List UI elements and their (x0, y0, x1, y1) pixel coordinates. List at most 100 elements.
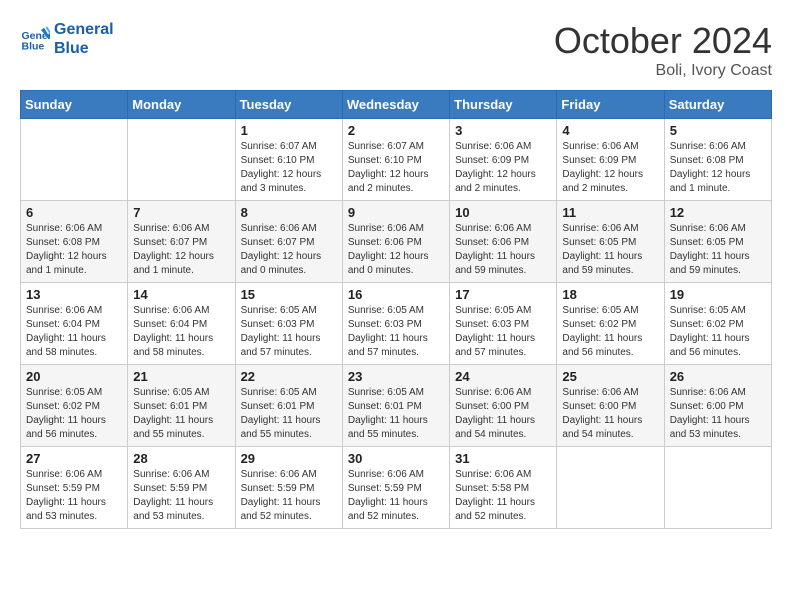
calendar-day-cell (664, 447, 771, 529)
day-number: 3 (455, 123, 551, 138)
day-info: Sunrise: 6:06 AM Sunset: 5:58 PM Dayligh… (455, 468, 551, 524)
calendar-day-cell: 26 Sunrise: 6:06 AM Sunset: 6:00 PM Dayli… (664, 365, 771, 447)
day-info: Sunrise: 6:06 AM Sunset: 6:06 PM Dayligh… (348, 222, 444, 278)
calendar-week-row: 1 Sunrise: 6:07 AM Sunset: 6:10 PM Daylig… (21, 119, 772, 201)
calendar-day-cell: 9 Sunrise: 6:06 AM Sunset: 6:06 PM Daylig… (342, 201, 449, 283)
calendar-day-cell: 7Sunrise: 6:06 AM Sunset: 6:07 PM Daylig… (128, 201, 235, 283)
day-number: 27 (26, 451, 122, 466)
calendar-day-cell: 3 Sunrise: 6:06 AM Sunset: 6:09 PM Daylig… (450, 119, 557, 201)
day-info: Sunrise: 6:06 AM Sunset: 6:04 PM Dayligh… (133, 304, 229, 360)
day-number: 16 (348, 287, 444, 302)
day-info: Sunrise: 6:06 AM Sunset: 6:09 PM Dayligh… (455, 140, 551, 196)
logo-icon: General Blue (20, 24, 50, 54)
calendar-day-cell: 24 Sunrise: 6:06 AM Sunset: 6:00 PM Dayli… (450, 365, 557, 447)
day-number: 11 (562, 205, 658, 220)
day-number: 22 (241, 369, 337, 384)
calendar-day-cell: 21Sunrise: 6:05 AM Sunset: 6:01 PM Dayli… (128, 365, 235, 447)
day-info: Sunrise: 6:06 AM Sunset: 6:07 PM Dayligh… (241, 222, 337, 278)
day-info: Sunrise: 6:06 AM Sunset: 6:08 PM Dayligh… (26, 222, 122, 278)
day-info: Sunrise: 6:06 AM Sunset: 5:59 PM Dayligh… (26, 468, 122, 524)
day-info: Sunrise: 6:06 AM Sunset: 6:04 PM Dayligh… (26, 304, 122, 360)
calendar-day-cell: 18 Sunrise: 6:05 AM Sunset: 6:02 PM Dayli… (557, 283, 664, 365)
calendar-day-cell: 17 Sunrise: 6:05 AM Sunset: 6:03 PM Dayli… (450, 283, 557, 365)
day-number: 5 (670, 123, 766, 138)
day-number: 6 (26, 205, 122, 220)
weekday-header-cell: Friday (557, 91, 664, 119)
calendar-day-cell: 5 Sunrise: 6:06 AM Sunset: 6:08 PM Daylig… (664, 119, 771, 201)
day-number: 4 (562, 123, 658, 138)
day-info: Sunrise: 6:06 AM Sunset: 5:59 PM Dayligh… (241, 468, 337, 524)
day-info: Sunrise: 6:05 AM Sunset: 6:01 PM Dayligh… (241, 386, 337, 442)
day-number: 25 (562, 369, 658, 384)
day-number: 17 (455, 287, 551, 302)
day-info: Sunrise: 6:06 AM Sunset: 6:00 PM Dayligh… (455, 386, 551, 442)
calendar-week-row: 20Sunrise: 6:05 AM Sunset: 6:02 PM Dayli… (21, 365, 772, 447)
calendar-day-cell: 25 Sunrise: 6:06 AM Sunset: 6:00 PM Dayli… (557, 365, 664, 447)
calendar-day-cell: 14 Sunrise: 6:06 AM Sunset: 6:04 PM Dayli… (128, 283, 235, 365)
calendar-day-cell: 1 Sunrise: 6:07 AM Sunset: 6:10 PM Daylig… (235, 119, 342, 201)
day-info: Sunrise: 6:05 AM Sunset: 6:03 PM Dayligh… (241, 304, 337, 360)
weekday-header-cell: Sunday (21, 91, 128, 119)
calendar-day-cell: 30Sunrise: 6:06 AM Sunset: 5:59 PM Dayli… (342, 447, 449, 529)
day-number: 12 (670, 205, 766, 220)
day-info: Sunrise: 6:07 AM Sunset: 6:10 PM Dayligh… (241, 140, 337, 196)
day-number: 15 (241, 287, 337, 302)
location: Boli, Ivory Coast (554, 62, 772, 80)
day-number: 9 (348, 205, 444, 220)
calendar-day-cell: 20Sunrise: 6:05 AM Sunset: 6:02 PM Dayli… (21, 365, 128, 447)
calendar-day-cell: 28Sunrise: 6:06 AM Sunset: 5:59 PM Dayli… (128, 447, 235, 529)
logo-text: General Blue (54, 20, 114, 58)
day-info: Sunrise: 6:06 AM Sunset: 6:06 PM Dayligh… (455, 222, 551, 278)
day-info: Sunrise: 6:07 AM Sunset: 6:10 PM Dayligh… (348, 140, 444, 196)
calendar-day-cell (128, 119, 235, 201)
day-info: Sunrise: 6:06 AM Sunset: 6:08 PM Dayligh… (670, 140, 766, 196)
weekday-header-cell: Monday (128, 91, 235, 119)
title-block: October 2024 Boli, Ivory Coast (554, 20, 772, 80)
logo: General Blue General Blue (20, 20, 114, 58)
calendar-day-cell: 11 Sunrise: 6:06 AM Sunset: 6:05 PM Dayli… (557, 201, 664, 283)
day-number: 21 (133, 369, 229, 384)
weekday-header-cell: Wednesday (342, 91, 449, 119)
day-info: Sunrise: 6:06 AM Sunset: 6:07 PM Dayligh… (133, 222, 229, 278)
day-info: Sunrise: 6:06 AM Sunset: 6:00 PM Dayligh… (670, 386, 766, 442)
day-number: 30 (348, 451, 444, 466)
day-info: Sunrise: 6:05 AM Sunset: 6:03 PM Dayligh… (348, 304, 444, 360)
calendar-day-cell: 6 Sunrise: 6:06 AM Sunset: 6:08 PM Daylig… (21, 201, 128, 283)
day-info: Sunrise: 6:05 AM Sunset: 6:02 PM Dayligh… (562, 304, 658, 360)
calendar-day-cell: 12 Sunrise: 6:06 AM Sunset: 6:05 PM Dayli… (664, 201, 771, 283)
day-info: Sunrise: 6:06 AM Sunset: 6:05 PM Dayligh… (562, 222, 658, 278)
calendar-body: 1 Sunrise: 6:07 AM Sunset: 6:10 PM Daylig… (21, 119, 772, 529)
day-number: 13 (26, 287, 122, 302)
day-number: 8 (241, 205, 337, 220)
day-info: Sunrise: 6:06 AM Sunset: 5:59 PM Dayligh… (133, 468, 229, 524)
calendar-day-cell (21, 119, 128, 201)
weekday-header-cell: Saturday (664, 91, 771, 119)
day-number: 23 (348, 369, 444, 384)
day-number: 18 (562, 287, 658, 302)
day-number: 31 (455, 451, 551, 466)
calendar-day-cell: 13 Sunrise: 6:06 AM Sunset: 6:04 PM Dayli… (21, 283, 128, 365)
calendar-day-cell (557, 447, 664, 529)
calendar-table: SundayMondayTuesdayWednesdayThursdayFrid… (20, 90, 772, 529)
calendar-day-cell: 15 Sunrise: 6:05 AM Sunset: 6:03 PM Dayli… (235, 283, 342, 365)
svg-text:Blue: Blue (22, 41, 45, 53)
calendar-day-cell: 2 Sunrise: 6:07 AM Sunset: 6:10 PM Daylig… (342, 119, 449, 201)
month-title: October 2024 (554, 20, 772, 62)
calendar-day-cell: 16 Sunrise: 6:05 AM Sunset: 6:03 PM Dayli… (342, 283, 449, 365)
calendar-day-cell: 10Sunrise: 6:06 AM Sunset: 6:06 PM Dayli… (450, 201, 557, 283)
day-number: 14 (133, 287, 229, 302)
day-number: 19 (670, 287, 766, 302)
day-number: 26 (670, 369, 766, 384)
calendar-week-row: 27 Sunrise: 6:06 AM Sunset: 5:59 PM Dayli… (21, 447, 772, 529)
calendar-day-cell: 23Sunrise: 6:05 AM Sunset: 6:01 PM Dayli… (342, 365, 449, 447)
calendar-day-cell: 27 Sunrise: 6:06 AM Sunset: 5:59 PM Dayli… (21, 447, 128, 529)
day-number: 1 (241, 123, 337, 138)
day-number: 24 (455, 369, 551, 384)
day-number: 2 (348, 123, 444, 138)
calendar-day-cell: 29Sunrise: 6:06 AM Sunset: 5:59 PM Dayli… (235, 447, 342, 529)
weekday-header-row: SundayMondayTuesdayWednesdayThursdayFrid… (21, 91, 772, 119)
day-info: Sunrise: 6:05 AM Sunset: 6:03 PM Dayligh… (455, 304, 551, 360)
day-info: Sunrise: 6:06 AM Sunset: 6:05 PM Dayligh… (670, 222, 766, 278)
calendar-week-row: 6 Sunrise: 6:06 AM Sunset: 6:08 PM Daylig… (21, 201, 772, 283)
day-info: Sunrise: 6:06 AM Sunset: 6:00 PM Dayligh… (562, 386, 658, 442)
